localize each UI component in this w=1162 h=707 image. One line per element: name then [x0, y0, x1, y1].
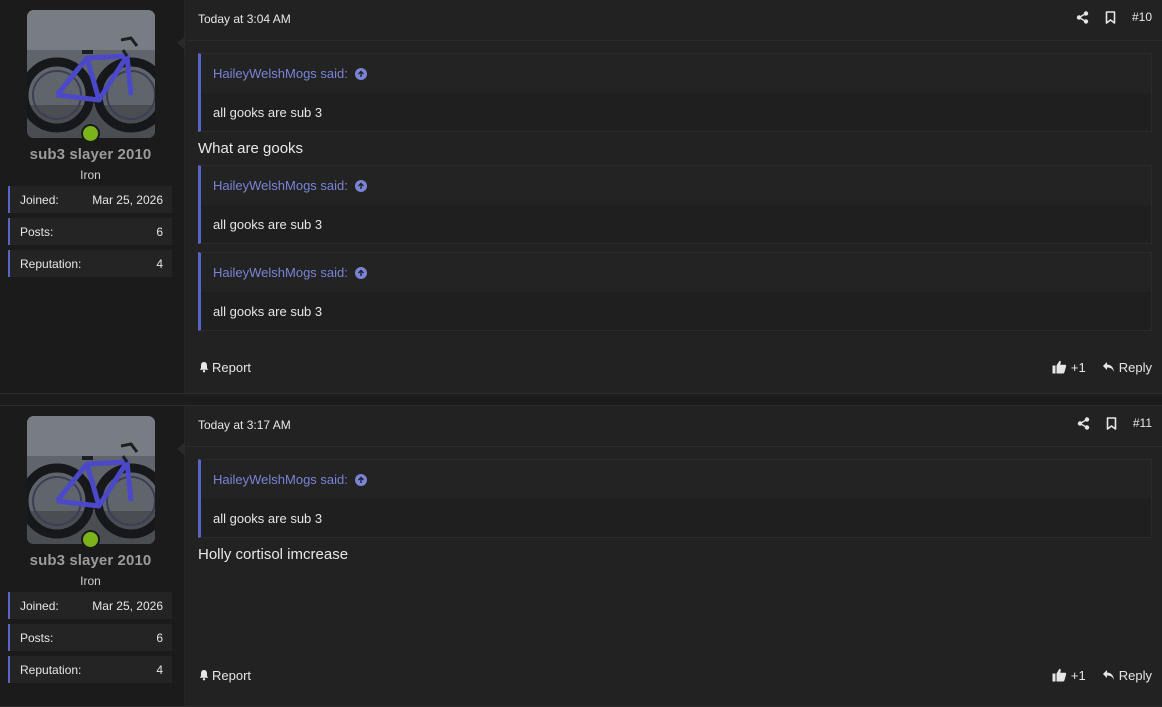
quote-text: all gooks are sub 3 — [213, 216, 323, 232]
quote-text: all gooks are sub 3 — [213, 510, 323, 526]
reply-icon — [1102, 670, 1114, 680]
post-header-actions: #11 — [1077, 416, 1152, 430]
stat-posts: Posts: 6 — [8, 624, 172, 651]
report-button[interactable]: Report — [198, 360, 251, 375]
arrow-up-circle-icon[interactable] — [354, 179, 367, 192]
stat-label: Joined: — [20, 192, 59, 207]
quote-header[interactable]: HaileyWelshMogs said: — [201, 54, 1151, 93]
avatar[interactable] — [27, 10, 155, 138]
stat-value: 6 — [156, 224, 163, 239]
username[interactable]: sub3 slayer 2010 — [0, 146, 181, 163]
post-body: HaileyWelshMogs said: all gooks are sub … — [198, 459, 1152, 571]
like-count: +1 — [1070, 359, 1086, 375]
quote-author[interactable]: HaileyWelshMogs said: — [213, 472, 348, 487]
report-button[interactable]: Report — [198, 668, 251, 683]
user-stats: Joined: Mar 25, 2026 Posts: 6 Reputation… — [8, 186, 172, 282]
arrow-up-circle-icon[interactable] — [354, 67, 367, 80]
post-header: Today at 3:04 AM #10 — [186, 0, 1162, 41]
avatar[interactable] — [27, 416, 155, 544]
stat-value: Mar 25, 2026 — [92, 598, 163, 613]
share-icon[interactable] — [1077, 416, 1091, 430]
stat-label: Posts: — [20, 630, 54, 645]
stat-value: 4 — [156, 256, 163, 271]
report-label: Report — [212, 359, 252, 375]
stat-label: Joined: — [20, 598, 59, 613]
post-number[interactable]: #10 — [1132, 10, 1152, 24]
quote-block: HaileyWelshMogs said: all gooks are sub … — [198, 459, 1152, 538]
stat-value: 6 — [156, 630, 163, 645]
post-actions: +1 Reply — [1052, 668, 1152, 683]
post-timestamp[interactable]: Today at 3:17 AM — [198, 418, 291, 432]
post-pointer — [177, 442, 185, 456]
like-button[interactable]: +1 — [1052, 668, 1086, 683]
bookmark-icon[interactable] — [1105, 416, 1119, 430]
quote-block: HaileyWelshMogs said: all gooks are sub … — [198, 252, 1152, 331]
post-timestamp[interactable]: Today at 3:04 AM — [198, 12, 291, 26]
post-main: Today at 3:17 AM #11 HaileyWelshMogs sai… — [186, 406, 1162, 706]
stat-joined: Joined: Mar 25, 2026 — [8, 592, 172, 619]
arrow-up-circle-icon[interactable] — [354, 266, 367, 279]
share-icon[interactable] — [1076, 10, 1090, 24]
thumbs-up-icon — [1052, 360, 1067, 374]
username[interactable]: sub3 slayer 2010 — [0, 552, 181, 569]
bell-icon — [199, 670, 209, 681]
stat-label: Posts: — [20, 224, 54, 239]
post-number[interactable]: #11 — [1133, 416, 1152, 430]
report-label: Report — [212, 667, 252, 683]
user-stats: Joined: Mar 25, 2026 Posts: 6 Reputation… — [8, 592, 172, 688]
post-actions: +1 Reply — [1052, 360, 1152, 375]
user-title: Iron — [80, 574, 101, 588]
reply-label: Reply — [1118, 359, 1152, 375]
like-count: +1 — [1070, 667, 1086, 683]
online-status-dot — [81, 530, 100, 549]
reply-icon — [1102, 362, 1114, 372]
quote-author[interactable]: HaileyWelshMogs said: — [213, 265, 348, 280]
post-footer: Report +1 Reply — [198, 664, 1152, 686]
quote-author[interactable]: HaileyWelshMogs said: — [213, 66, 348, 81]
post-main: Today at 3:04 AM #10 HaileyWelshMogs sai… — [186, 0, 1162, 393]
reply-label: Reply — [1118, 667, 1152, 683]
stat-label: Reputation: — [20, 256, 82, 271]
quote-block: HaileyWelshMogs said: all gooks are sub … — [198, 53, 1152, 132]
bell-icon — [199, 362, 209, 373]
reply-button[interactable]: Reply — [1102, 668, 1152, 683]
post-pointer — [177, 36, 185, 50]
arrow-up-circle-icon[interactable] — [354, 473, 367, 486]
online-status-dot — [81, 124, 100, 143]
post-header: Today at 3:17 AM #11 — [186, 406, 1162, 447]
quote-header[interactable]: HaileyWelshMogs said: — [201, 460, 1151, 499]
stat-reputation: Reputation: 4 — [8, 656, 172, 683]
post-text: What are gooks — [198, 140, 304, 157]
stat-label: Reputation: — [20, 662, 82, 677]
like-button[interactable]: +1 — [1052, 360, 1086, 375]
post: sub3 slayer 2010 Iron Joined: Mar 25, 20… — [0, 0, 1162, 394]
quote-author[interactable]: HaileyWelshMogs said: — [213, 178, 348, 193]
bookmark-icon[interactable] — [1104, 10, 1118, 24]
stat-value: 4 — [156, 662, 163, 677]
thumbs-up-icon — [1052, 668, 1067, 682]
post-header-actions: #10 — [1076, 10, 1152, 24]
quote-text: all gooks are sub 3 — [213, 104, 323, 120]
post-body: HaileyWelshMogs said: all gooks are sub … — [198, 53, 1152, 339]
post: sub3 slayer 2010 Iron Joined: Mar 25, 20… — [0, 405, 1162, 707]
stat-joined: Joined: Mar 25, 2026 — [8, 186, 172, 213]
quote-block: HaileyWelshMogs said: all gooks are sub … — [198, 165, 1152, 244]
post-text: Holly cortisol imcrease — [198, 546, 349, 563]
user-column: sub3 slayer 2010 Iron Joined: Mar 25, 20… — [0, 406, 185, 706]
stat-reputation: Reputation: 4 — [8, 250, 172, 277]
stat-posts: Posts: 6 — [8, 218, 172, 245]
quote-header[interactable]: HaileyWelshMogs said: — [201, 253, 1151, 292]
stat-value: Mar 25, 2026 — [92, 192, 163, 207]
user-column: sub3 slayer 2010 Iron Joined: Mar 25, 20… — [0, 0, 185, 393]
user-title: Iron — [80, 168, 101, 182]
reply-button[interactable]: Reply — [1102, 360, 1152, 375]
post-footer: Report +1 Reply — [198, 356, 1152, 378]
quote-header[interactable]: HaileyWelshMogs said: — [201, 166, 1151, 205]
quote-text: all gooks are sub 3 — [213, 303, 323, 319]
